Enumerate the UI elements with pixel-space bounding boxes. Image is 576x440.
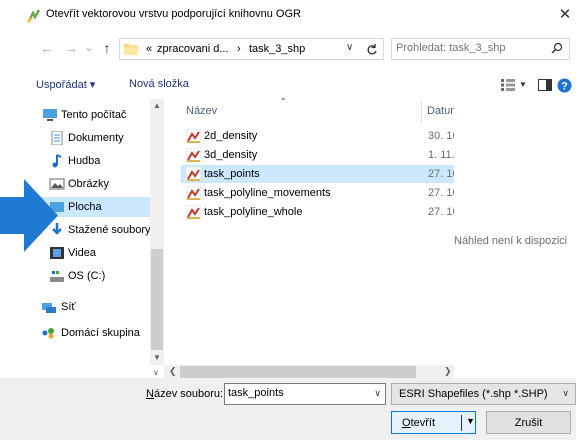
highlight-arrow-icon	[0, 179, 58, 252]
open-button-label: Otevřít	[402, 417, 435, 429]
file-list-horizontal-scrollbar[interactable]: ❮ ❯	[164, 365, 454, 379]
sidebar-item-label: Domácí skupina	[61, 327, 140, 339]
file-row[interactable]: task_polyline_whole 27. 10.	[181, 203, 462, 221]
file-name-bar: Název souboru: ∨ ESRI Shapefiles (*.shp …	[0, 378, 576, 440]
scroll-down-arrow-icon[interactable]: ∨	[153, 368, 159, 377]
file-name: 2d_density	[204, 130, 258, 142]
sidebar-item-label: Dokumenty	[68, 132, 124, 144]
sidebar-item-label: Videa	[68, 247, 96, 259]
column-header-name[interactable]: Název	[186, 105, 217, 117]
open-label-text: tevřít	[410, 417, 436, 429]
search-box[interactable]	[391, 38, 570, 60]
open-button[interactable]: Otevřít ▼	[391, 411, 476, 434]
file-row[interactable]: task_polyline_movements 27. 10.	[181, 184, 462, 202]
breadcrumb-current[interactable]: task_3_shp	[249, 43, 305, 55]
scrollbar-thumb[interactable]	[151, 249, 163, 350]
file-row[interactable]: 2d_density 30. 10.	[181, 127, 462, 145]
sidebar-item-documents[interactable]: Dokumenty	[28, 128, 164, 148]
breadcrumb-parent[interactable]: zpracovani d...	[157, 43, 229, 55]
cancel-button-label: Zrušit	[514, 417, 543, 429]
shapefile-icon	[186, 205, 201, 219]
breadcrumb-separator[interactable]: ›	[237, 43, 241, 55]
file-list: Název ⌃ Datum 2d_density 30. 10. 3d_dens…	[164, 97, 464, 365]
file-name-label-text: ázev souboru:	[153, 388, 224, 400]
back-arrow-icon[interactable]: ←	[38, 39, 56, 57]
preview-pane: Náhled není k dispozici	[454, 99, 576, 379]
open-options-dropdown-icon[interactable]: ▼	[466, 416, 475, 426]
scroll-left-arrow-icon[interactable]: ❮	[169, 366, 177, 377]
title-bar: Otevřít vektorovou vrstvu podporující kn…	[0, 0, 576, 30]
sidebar-item-label: Obrázky	[68, 178, 109, 190]
sidebar-item-label: OS (C:)	[68, 270, 106, 282]
address-bar[interactable]: « zpracovani d... › task_3_shp ∨	[119, 38, 384, 60]
sidebar-item-this-pc[interactable]: Tento počítač	[28, 105, 164, 125]
command-toolbar: Uspořádat ▾ Nová složka ▼ ?	[0, 75, 576, 97]
open-accesskey: O	[402, 417, 411, 429]
column-divider[interactable]	[421, 101, 422, 123]
sidebar-scrollbar[interactable]: ▲ ▼	[150, 99, 164, 365]
address-dropdown-icon[interactable]: ∨	[346, 42, 353, 53]
file-name-label: Název souboru:	[146, 388, 223, 400]
file-name: 3d_density	[204, 149, 258, 161]
sidebar-item-os-drive[interactable]: OS (C:)	[28, 266, 164, 286]
up-arrow-icon[interactable]: ↑	[98, 39, 116, 57]
search-input[interactable]	[396, 42, 546, 54]
view-dropdown-icon[interactable]: ▼	[519, 80, 527, 89]
homegroup-icon	[42, 328, 54, 339]
preview-pane-icon[interactable]	[538, 79, 552, 91]
file-name-input[interactable]	[228, 387, 368, 399]
recent-locations-dropdown-icon[interactable]: ⌄	[80, 39, 98, 57]
sidebar-item-music[interactable]: Hudba	[28, 151, 164, 171]
refresh-icon[interactable]	[366, 43, 378, 57]
new-folder-button[interactable]: Nová složka	[129, 78, 189, 90]
breadcrumb-overflow[interactable]: «	[146, 43, 152, 55]
file-type-filter-select[interactable]: ESRI Shapefiles (*.shp *.SHP) ∨	[391, 383, 576, 405]
qgis-app-icon	[27, 9, 41, 23]
file-name: task_polyline_whole	[204, 206, 303, 218]
sidebar-item-label: Síť	[61, 301, 76, 313]
help-icon[interactable]: ?	[557, 78, 572, 93]
scroll-right-arrow-icon[interactable]: ❯	[444, 366, 452, 377]
scrollbar-thumb[interactable]	[180, 366, 416, 378]
open-split-divider	[461, 415, 462, 431]
music-icon	[52, 154, 62, 168]
file-name: task_polyline_movements	[204, 187, 331, 199]
file-row[interactable]: 3d_density 1. 11. 2	[181, 146, 464, 164]
file-name-dropdown-icon[interactable]: ∨	[374, 388, 381, 399]
view-options-icon[interactable]	[501, 79, 515, 91]
scroll-up-arrow-icon[interactable]: ▲	[150, 101, 164, 110]
sidebar-item-label: Tento počítač	[61, 109, 127, 121]
drive-icon	[50, 271, 64, 282]
network-icon	[42, 303, 56, 313]
sidebar-item-label: Hudba	[68, 155, 101, 167]
shapefile-icon	[186, 167, 201, 181]
file-name-combobox[interactable]: ∨	[224, 383, 386, 405]
shapefile-icon	[186, 148, 201, 162]
folder-icon	[124, 44, 138, 55]
shapefile-icon	[186, 186, 201, 200]
sidebar-item-network[interactable]: Síť	[28, 297, 164, 317]
documents-icon	[51, 131, 63, 145]
scroll-down-arrow-icon[interactable]: ▼	[150, 353, 164, 362]
file-type-dropdown-icon[interactable]: ∨	[562, 388, 569, 399]
file-name-label-accesskey: N	[146, 388, 154, 400]
sidebar-item-homegroup[interactable]: Domácí skupina	[28, 323, 164, 343]
cancel-button[interactable]: Zrušit	[486, 411, 571, 434]
file-name: task_points	[204, 168, 260, 180]
file-row-selected[interactable]: task_points 27. 10.	[181, 165, 462, 183]
preview-unavailable-message: Náhled není k dispozici	[454, 235, 568, 247]
navigation-bar: ← → ⌄ ↑ « zpracovani d... › task_3_shp ∨	[0, 36, 576, 62]
sort-ascending-icon: ⌃	[279, 97, 288, 108]
forward-arrow-icon[interactable]: →	[62, 39, 80, 57]
shapefile-icon	[186, 129, 201, 143]
computer-icon	[43, 109, 57, 121]
organize-menu-button[interactable]: Uspořádat ▾	[36, 78, 95, 91]
file-type-filter-value: ESRI Shapefiles (*.shp *.SHP)	[399, 388, 548, 400]
window-title: Otevřít vektorovou vrstvu podporující kn…	[46, 8, 301, 20]
search-icon[interactable]	[551, 42, 563, 54]
sidebar-item-label: Plocha	[68, 201, 102, 213]
close-icon[interactable]: ✕	[554, 4, 576, 26]
sidebar-item-label: Stažené soubory	[68, 224, 151, 236]
svg-text:?: ?	[561, 81, 568, 93]
